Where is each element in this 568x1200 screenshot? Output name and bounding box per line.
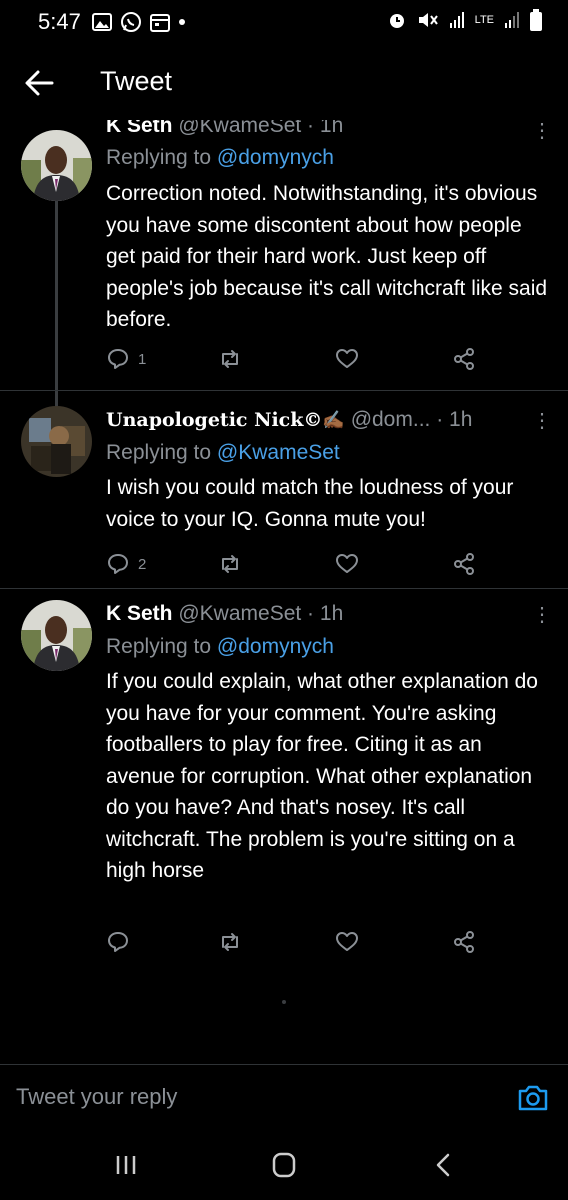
status-bar: 5:47 LTE	[0, 0, 568, 44]
lte-label: LTE	[474, 14, 494, 26]
recents-icon[interactable]	[106, 1150, 146, 1180]
divider	[0, 588, 568, 589]
tweet-actions	[106, 930, 486, 960]
retweet-button[interactable]	[218, 347, 242, 371]
thread-line	[55, 184, 58, 414]
like-button[interactable]	[335, 347, 359, 371]
reply-button[interactable]: 2	[106, 552, 146, 576]
heart-icon	[336, 932, 358, 951]
heart-icon	[336, 554, 358, 573]
app-bar: Tweet	[0, 44, 568, 120]
more-options-icon[interactable]: ⋮	[532, 602, 552, 627]
tweet-text: Correction noted. Notwithstanding, it's …	[106, 182, 548, 331]
avatar[interactable]	[21, 130, 92, 201]
retweet-icon	[222, 933, 238, 951]
whatsapp-icon	[121, 12, 141, 32]
reply-icon	[108, 932, 128, 952]
retweet-button[interactable]	[218, 552, 242, 576]
reply-icon	[108, 349, 128, 369]
author-meta: @KwameSet · 1h	[178, 602, 344, 625]
tweet-item[interactable]: K Seth @KwameSet · 1h ⋮ Replying to @dom…	[0, 120, 568, 414]
alarm-icon	[389, 14, 404, 28]
reply-input[interactable]	[16, 1082, 486, 1112]
share-button[interactable]	[452, 930, 476, 954]
replying-prefix: Replying to	[106, 146, 212, 169]
share-button[interactable]	[452, 552, 476, 576]
retweet-icon	[222, 350, 238, 368]
share-icon	[454, 553, 474, 575]
share-button[interactable]	[452, 347, 476, 371]
signal-icon	[449, 12, 464, 28]
heart-icon	[336, 349, 358, 368]
battery-icon	[530, 9, 542, 31]
system-nav-bar	[0, 1126, 568, 1200]
tweet-header: Unapologetic Nick©✍🏾 @dom... · 1h	[106, 408, 472, 432]
share-icon	[454, 348, 474, 370]
home-icon[interactable]	[264, 1150, 304, 1180]
reply-button[interactable]: 1	[106, 347, 146, 371]
mention-link[interactable]: @domynych	[217, 146, 334, 169]
tweet-actions: 1	[106, 347, 486, 377]
avatar[interactable]	[21, 406, 92, 477]
tweet-actions: 2	[106, 552, 486, 582]
author-meta: @KwameSet · 1h	[178, 120, 344, 137]
tweet-item[interactable]: Unapologetic Nick©✍🏾 @dom... · 1h ⋮ Repl…	[0, 406, 568, 584]
author-name-emoji: ✍🏾	[322, 410, 345, 430]
tweet-item[interactable]: K Seth @KwameSet · 1h ⋮ Replying to @dom…	[0, 600, 568, 960]
replying-prefix: Replying to	[106, 441, 212, 464]
replying-to: Replying to @domynych	[106, 146, 334, 170]
page-title: Tweet	[100, 66, 173, 96]
divider	[0, 390, 568, 391]
more-options-icon[interactable]: ⋮	[532, 120, 552, 143]
author-name[interactable]: Unapologetic Nick©	[106, 409, 322, 431]
share-icon	[454, 931, 474, 953]
mute-icon	[418, 13, 438, 27]
author-name[interactable]: K Seth	[106, 120, 173, 137]
signal-icon	[505, 12, 519, 28]
reply-button[interactable]	[106, 930, 138, 954]
like-button[interactable]	[335, 552, 359, 576]
tweet-text: I wish you could match the loudness of y…	[106, 476, 514, 531]
calendar-icon	[150, 14, 170, 32]
like-button[interactable]	[335, 930, 359, 954]
retweet-button[interactable]	[218, 930, 242, 954]
gallery-icon	[92, 13, 112, 31]
loading-dot	[282, 1000, 286, 1004]
replying-prefix: Replying to	[106, 635, 212, 658]
back-icon[interactable]	[424, 1150, 464, 1180]
replying-to: Replying to @domynych	[106, 635, 334, 659]
tweet-text: If you could explain, what other explana…	[106, 670, 538, 882]
reply-count: 1	[138, 350, 147, 368]
tweet-header: K Seth @KwameSet · 1h	[106, 120, 343, 138]
retweet-icon	[222, 555, 238, 573]
reply-thread: K Seth @KwameSet · 1h ⋮ Replying to @dom…	[0, 120, 568, 970]
status-left-icons	[92, 11, 186, 33]
replying-to: Replying to @KwameSet	[106, 441, 340, 465]
camera-icon[interactable]	[516, 1081, 550, 1115]
reply-icon	[108, 554, 128, 574]
tweet-header: K Seth @KwameSet · 1h	[106, 602, 343, 626]
author-name[interactable]: K Seth	[106, 602, 173, 625]
mention-link[interactable]: @domynych	[217, 635, 334, 658]
status-time: 5:47	[38, 9, 81, 34]
more-options-icon[interactable]: ⋮	[532, 408, 552, 433]
author-meta: @dom... · 1h	[350, 408, 473, 431]
dot-icon	[179, 19, 185, 25]
avatar[interactable]	[21, 600, 92, 671]
back-arrow-icon[interactable]	[22, 66, 56, 100]
status-right-icons: LTE	[387, 9, 542, 31]
mention-link[interactable]: @KwameSet	[217, 441, 340, 464]
reply-count: 2	[138, 555, 147, 573]
reply-bar	[0, 1064, 568, 1128]
